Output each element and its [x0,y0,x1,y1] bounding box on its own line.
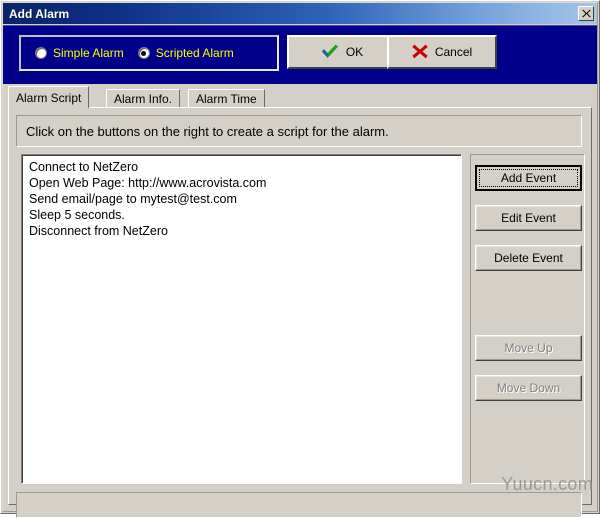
radio-simple-alarm[interactable]: Simple Alarm [35,46,124,60]
title-bar[interactable]: Add Alarm [3,3,597,24]
bottom-status-panel [16,492,582,518]
add-event-button[interactable]: Add Event [475,165,582,191]
list-item[interactable]: Send email/page to mytest@test.com [26,191,461,207]
list-item[interactable]: Disconnect from NetZero [26,223,461,239]
instruction-text: Click on the buttons on the right to cre… [26,123,389,139]
radio-simple-alarm-label: Simple Alarm [53,46,124,60]
close-icon[interactable] [578,6,594,21]
radio-scripted-alarm-dot [137,47,150,59]
tab-alarm-script[interactable]: Alarm Script [8,86,90,108]
cross-icon [412,44,428,61]
check-icon [321,44,339,61]
delete-event-button[interactable]: Delete Event [475,245,582,271]
add-event-button-label: Add Event [500,171,557,185]
tab-strip: Alarm Script Alarm Info. Alarm Time [8,86,592,108]
ok-button[interactable]: OK [287,35,397,69]
cancel-button-label: Cancel [434,45,473,59]
edit-event-button-label: Edit Event [501,211,556,225]
move-down-button: Move Down [475,375,582,401]
alarm-mode-group: Simple Alarm Scripted Alarm [19,35,279,71]
tab-page-alarm-script: Click on the buttons on the right to cre… [8,107,592,518]
delete-event-button-label: Delete Event [494,251,563,265]
radio-scripted-alarm-label: Scripted Alarm [155,46,234,60]
top-toolbar: Simple Alarm Scripted Alarm OK Cancel [3,25,597,84]
move-up-button-label: Move Up [504,341,553,355]
radio-simple-alarm-dot [35,47,47,59]
list-item[interactable]: Open Web Page: http://www.acrovista.com [26,175,461,191]
radio-scripted-alarm[interactable]: Scripted Alarm [137,46,234,60]
cancel-button[interactable]: Cancel [387,35,497,69]
dialog-window: Add Alarm Simple Alarm Scripted Alarm OK… [0,0,600,518]
edit-event-button[interactable]: Edit Event [475,205,582,231]
list-item[interactable]: Connect to NetZero [26,159,461,175]
window-title: Add Alarm [9,6,70,21]
move-down-button-label: Move Down [496,381,561,395]
instruction-panel: Click on the buttons on the right to cre… [16,115,582,147]
event-button-panel: Add Event Edit Event Delete Event Move U… [470,154,585,484]
move-up-button: Move Up [475,335,582,361]
tab-alarm-info[interactable]: Alarm Info. [106,89,181,107]
list-item[interactable]: Sleep 5 seconds. [26,207,461,223]
tab-alarm-time[interactable]: Alarm Time [188,89,265,107]
ok-button-label: OK [345,45,364,59]
script-listbox[interactable]: Connect to NetZero Open Web Page: http:/… [21,154,462,484]
